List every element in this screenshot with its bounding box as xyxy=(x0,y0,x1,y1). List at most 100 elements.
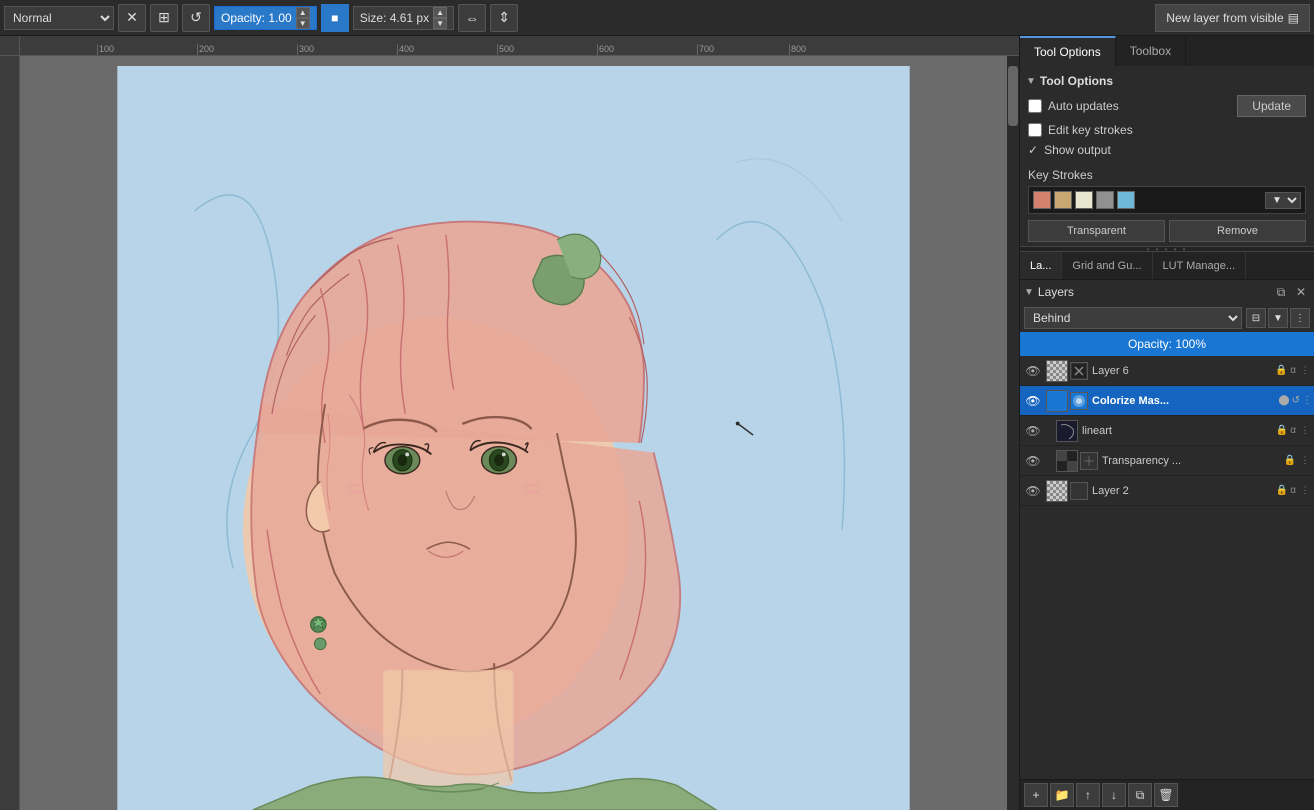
ruler-tick-500: 500 xyxy=(499,44,514,54)
layer-alpha-3: α xyxy=(1290,485,1296,496)
opacity-down-btn[interactable]: ▼ xyxy=(296,18,310,29)
layers-blend-select[interactable]: Behind Normal xyxy=(1024,307,1242,329)
swatch-3[interactable] xyxy=(1075,191,1093,209)
tab-tool-options[interactable]: Tool Options xyxy=(1020,36,1116,66)
canvas-row xyxy=(0,56,1019,810)
layers-list[interactable]: 👁 Layer 6 🔒 α ⋮ 👁 xyxy=(1020,356,1314,779)
layer-lower-btn[interactable]: ↓ xyxy=(1102,783,1126,807)
layer-item[interactable]: 👁 Transparency ... 🔒 ⋮ xyxy=(1020,446,1314,476)
layer-alpha-2: 🔒 xyxy=(1276,485,1288,496)
new-layer-label: New layer from visible xyxy=(1166,11,1283,25)
layers-tab-layers[interactable]: La... xyxy=(1020,252,1062,279)
size-up-btn[interactable]: ▲ xyxy=(433,7,447,18)
tab-tool-options-label: Tool Options xyxy=(1034,45,1101,59)
layer-duplicate-btn[interactable]: ⧉ xyxy=(1128,783,1152,807)
layer-more-btn-2[interactable]: ⋮ xyxy=(1298,424,1312,438)
tool-options-header: ▼ Tool Options xyxy=(1024,70,1310,92)
layer-raise-btn[interactable]: ↑ xyxy=(1076,783,1100,807)
erase-tool-btn[interactable]: ✕ xyxy=(118,4,146,32)
scrollbar-thumb[interactable] xyxy=(1008,66,1018,126)
ruler-row: 100 200 300 400 500 600 700 800 xyxy=(0,36,1019,56)
auto-updates-checkbox[interactable] xyxy=(1028,99,1042,113)
layers-tab-lut[interactable]: LUT Manage... xyxy=(1153,252,1247,279)
blend-more-btn[interactable]: ⋮ xyxy=(1290,308,1310,328)
vertical-scrollbar[interactable] xyxy=(1007,56,1019,810)
layers-toolbar: + 📁 ↑ ↓ ⧉ 🗑 xyxy=(1020,779,1314,810)
layers-opacity-label: Opacity: 100% xyxy=(1128,337,1206,351)
swatch-5[interactable] xyxy=(1117,191,1135,209)
blend-mode-select[interactable]: Normal Behind Multiply xyxy=(4,6,114,30)
canvas-viewport[interactable] xyxy=(20,56,1007,810)
canvas-wrapper: 100 200 300 400 500 600 700 800 xyxy=(0,36,1019,810)
layer-item[interactable]: 👁 Layer 2 🔒 α ⋮ xyxy=(1020,476,1314,506)
layer-name: lineart xyxy=(1080,425,1274,437)
transparent-button[interactable]: Transparent xyxy=(1028,220,1165,242)
tab-toolbox-label: Toolbox xyxy=(1130,44,1171,58)
layer-item[interactable]: 👁 lineart 🔒 α ⋮ xyxy=(1020,416,1314,446)
layer-more-btn-4[interactable]: ⋮ xyxy=(1298,484,1312,498)
auto-updates-row: Auto updates Update xyxy=(1024,92,1310,120)
layers-blend-row: Behind Normal ⊟ ▼ ⋮ xyxy=(1020,304,1314,332)
update-button[interactable]: Update xyxy=(1237,95,1306,117)
size-down-btn[interactable]: ▼ xyxy=(433,18,447,29)
layer-mask-2 xyxy=(1070,482,1088,500)
swatch-2[interactable] xyxy=(1054,191,1072,209)
layer-mask-icon xyxy=(1070,392,1088,410)
layer-more-btn-3[interactable]: ⋮ xyxy=(1298,454,1312,468)
ruler-tick-400: 400 xyxy=(399,44,414,54)
layer-visibility-btn[interactable]: 👁 xyxy=(1022,390,1044,412)
layer-more-btn[interactable]: ⋮ xyxy=(1298,364,1312,378)
layer-visibility-btn[interactable]: 👁 xyxy=(1022,420,1044,442)
stroke-actions: Transparent Remove xyxy=(1028,220,1306,242)
size-label: Size: 4.61 px xyxy=(360,11,429,25)
layer-visibility-btn[interactable]: 👁 xyxy=(1022,360,1044,382)
layer-lock-icon: 🔒 xyxy=(1274,364,1288,378)
layer-delete-btn[interactable]: 🗑 xyxy=(1154,783,1178,807)
tab-toolbox[interactable]: Toolbox xyxy=(1116,36,1186,66)
layer-thumbnail xyxy=(1056,420,1078,442)
flip-v-btn[interactable]: ⇕ xyxy=(490,4,518,32)
layer-add-btn[interactable]: + xyxy=(1024,783,1048,807)
blend-filter-btn[interactable]: ⊟ xyxy=(1246,308,1266,328)
layer-mask-transparency xyxy=(1080,452,1098,470)
edit-key-strokes-checkbox[interactable] xyxy=(1028,123,1042,137)
opacity-stepper[interactable]: ▲ ▼ xyxy=(296,7,310,29)
swatch-dropdown[interactable]: ▼ xyxy=(1265,192,1301,209)
layer-visibility-btn[interactable]: 👁 xyxy=(1022,480,1044,502)
layer-name: Layer 6 xyxy=(1090,365,1272,377)
blend-down-btn[interactable]: ▼ xyxy=(1268,308,1288,328)
swatch-1[interactable] xyxy=(1033,191,1051,209)
ruler-tick-600: 600 xyxy=(599,44,614,54)
canvas-scroll[interactable] xyxy=(20,56,1007,810)
opacity-up-btn[interactable]: ▲ xyxy=(296,7,310,18)
layer-item[interactable]: 👁 Colorize Mas... ⬤ ↺ ⋮ xyxy=(1020,386,1314,416)
layer-mask-dot-icon: ⬤ xyxy=(1278,395,1289,406)
ruler-tick-700: 700 xyxy=(699,44,714,54)
drawing-canvas[interactable] xyxy=(30,66,997,810)
layers-copy-btn[interactable]: ⧉ xyxy=(1272,283,1290,301)
flip-h-btn[interactable]: ⇔ xyxy=(458,4,486,32)
layer-folder-btn[interactable]: 📁 xyxy=(1050,783,1074,807)
layer-action-icon-1: ↺ xyxy=(1292,395,1300,406)
reset-btn[interactable]: ↺ xyxy=(182,4,210,32)
layers-opacity-row: Opacity: 100% xyxy=(1020,332,1314,356)
remove-button[interactable]: Remove xyxy=(1169,220,1306,242)
layer-alpha-icon-3: α xyxy=(1290,425,1296,436)
tool-option-btn[interactable]: ⊞ xyxy=(150,4,178,32)
tool-options-title: Tool Options xyxy=(1040,74,1113,88)
layer-thumbnail-transparency xyxy=(1056,450,1078,472)
layer-item[interactable]: 👁 Layer 6 🔒 α ⋮ xyxy=(1020,356,1314,386)
layers-tab-lut-label: LUT Manage... xyxy=(1163,260,1236,272)
new-layer-from-visible-btn[interactable]: New layer from visible ▤ xyxy=(1155,4,1310,32)
tool-options-section: ▼ Tool Options Auto updates Update Edit … xyxy=(1020,66,1314,164)
size-stepper[interactable]: ▲ ▼ xyxy=(433,7,447,29)
vertical-ruler xyxy=(0,56,20,810)
show-output-row: ✓ Show output xyxy=(1024,140,1310,160)
layers-close-btn[interactable]: ✕ xyxy=(1292,283,1310,301)
swatch-4[interactable] xyxy=(1096,191,1114,209)
layers-tab-grid[interactable]: Grid and Gu... xyxy=(1062,252,1152,279)
ruler-tick-800: 800 xyxy=(791,44,806,54)
horizontal-ruler: 100 200 300 400 500 600 700 800 xyxy=(20,36,1019,56)
layer-visibility-btn[interactable]: 👁 xyxy=(1022,450,1044,472)
layers-tab-layers-label: La... xyxy=(1030,260,1051,272)
